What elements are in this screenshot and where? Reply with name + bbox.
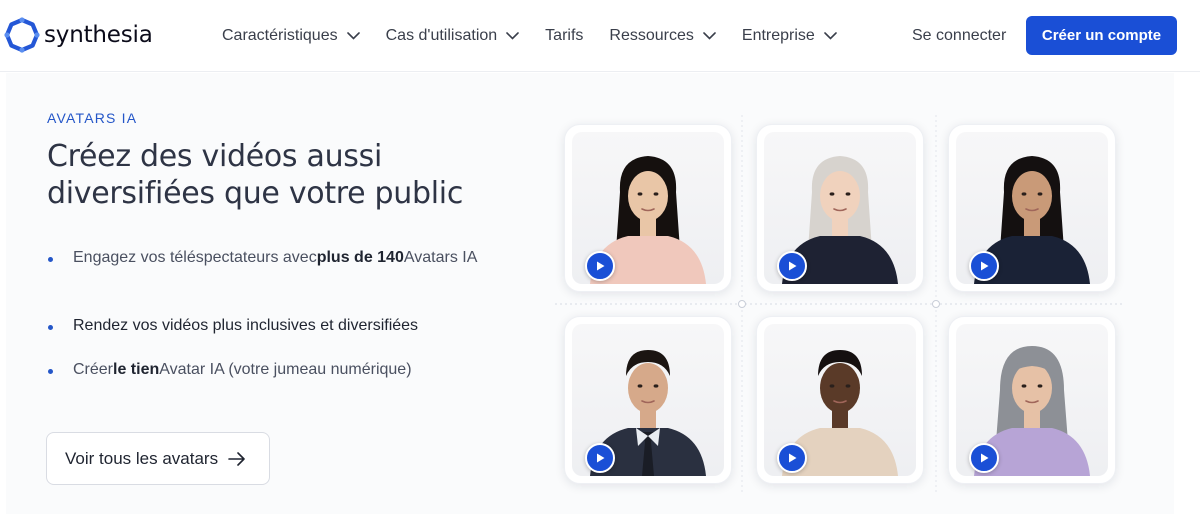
avatar-card[interactable]	[564, 124, 732, 292]
avatar-image	[764, 324, 916, 476]
avatar-card[interactable]	[756, 124, 924, 292]
feature-text: Avatar IA (votre jumeau numérique)	[159, 361, 412, 378]
feature-highlight: le tien	[113, 361, 160, 378]
play-icon	[981, 453, 989, 463]
feature-item: Créerle tienAvatar IA (votre jumeau numé…	[47, 358, 507, 388]
arrow-right-icon	[228, 451, 245, 466]
play-button[interactable]	[777, 251, 807, 281]
synthesia-logo-icon	[4, 17, 40, 53]
feature-item: Rendez vos vidéos plus inclusives et div…	[47, 314, 507, 358]
avatar-card[interactable]	[756, 316, 924, 484]
chevron-down-icon	[506, 32, 519, 40]
create-account-button[interactable]: Créer un compte	[1026, 16, 1177, 55]
nav-item-label: Cas d'utilisation	[385, 27, 498, 44]
avatar-card[interactable]	[564, 316, 732, 484]
play-button[interactable]	[777, 443, 807, 473]
avatar-card[interactable]	[948, 316, 1116, 484]
nav-item-2[interactable]: Tarifs	[545, 24, 583, 48]
play-icon	[981, 261, 989, 271]
logo[interactable]: synthesia	[4, 16, 153, 54]
chevron-down-icon	[824, 32, 837, 40]
feature-text: Avatars IA	[403, 249, 478, 266]
top-navigation: synthesia Caractéristiques Cas d'utilisat…	[0, 0, 1200, 72]
view-all-avatars-button[interactable]: Voir tous les avatars	[46, 432, 270, 485]
nav-item-label: Caractéristiques	[222, 27, 338, 44]
play-icon	[597, 453, 605, 463]
avatar-image	[572, 324, 724, 476]
nav-item-3[interactable]: Ressources	[609, 24, 716, 48]
nav-item-label: Ressources	[609, 27, 694, 44]
section-eyebrow: AVATARS IA	[47, 110, 138, 126]
avatar-image	[956, 324, 1108, 476]
feature-list: Engagez vos téléspectateurs avecplus de …	[47, 246, 507, 388]
play-button[interactable]	[585, 443, 615, 473]
main-menu: Caractéristiques Cas d'utilisation Tarifs R…	[222, 24, 863, 48]
view-all-avatars-label: Voir tous les avatars	[65, 448, 219, 468]
brand-name: synthesia	[44, 22, 153, 48]
play-button[interactable]	[585, 251, 615, 281]
nav-item-label: Entreprise	[741, 27, 815, 44]
chevron-down-icon	[346, 32, 360, 40]
hero-heading: Créez des vidéos aussi diversifiées que …	[47, 139, 464, 211]
avatar-image	[572, 132, 724, 284]
feature-text: Créer	[73, 361, 114, 378]
nav-item-4[interactable]: Entreprise	[742, 24, 837, 48]
nav-item-label: Tarifs	[545, 27, 584, 44]
nav-item-0[interactable]: Caractéristiques	[222, 24, 360, 48]
feature-text: Engagez vos téléspectateurs avec	[73, 249, 317, 266]
chevron-down-icon	[703, 32, 716, 40]
signin-link[interactable]: Se connecter	[912, 24, 1006, 48]
avatar-image	[956, 132, 1108, 284]
avatar-card[interactable]	[948, 124, 1116, 292]
feature-text: Rendez vos vidéos plus inclusives et div…	[73, 317, 419, 334]
play-icon	[597, 261, 605, 271]
feature-item: Engagez vos téléspectateurs avecplus de …	[47, 246, 507, 314]
play-icon	[789, 261, 797, 271]
feature-highlight: plus de 140	[316, 249, 404, 266]
avatar-image	[764, 132, 916, 284]
play-button[interactable]	[969, 251, 999, 281]
play-button[interactable]	[969, 443, 999, 473]
nav-item-1[interactable]: Cas d'utilisation	[386, 24, 520, 48]
play-icon	[789, 453, 797, 463]
